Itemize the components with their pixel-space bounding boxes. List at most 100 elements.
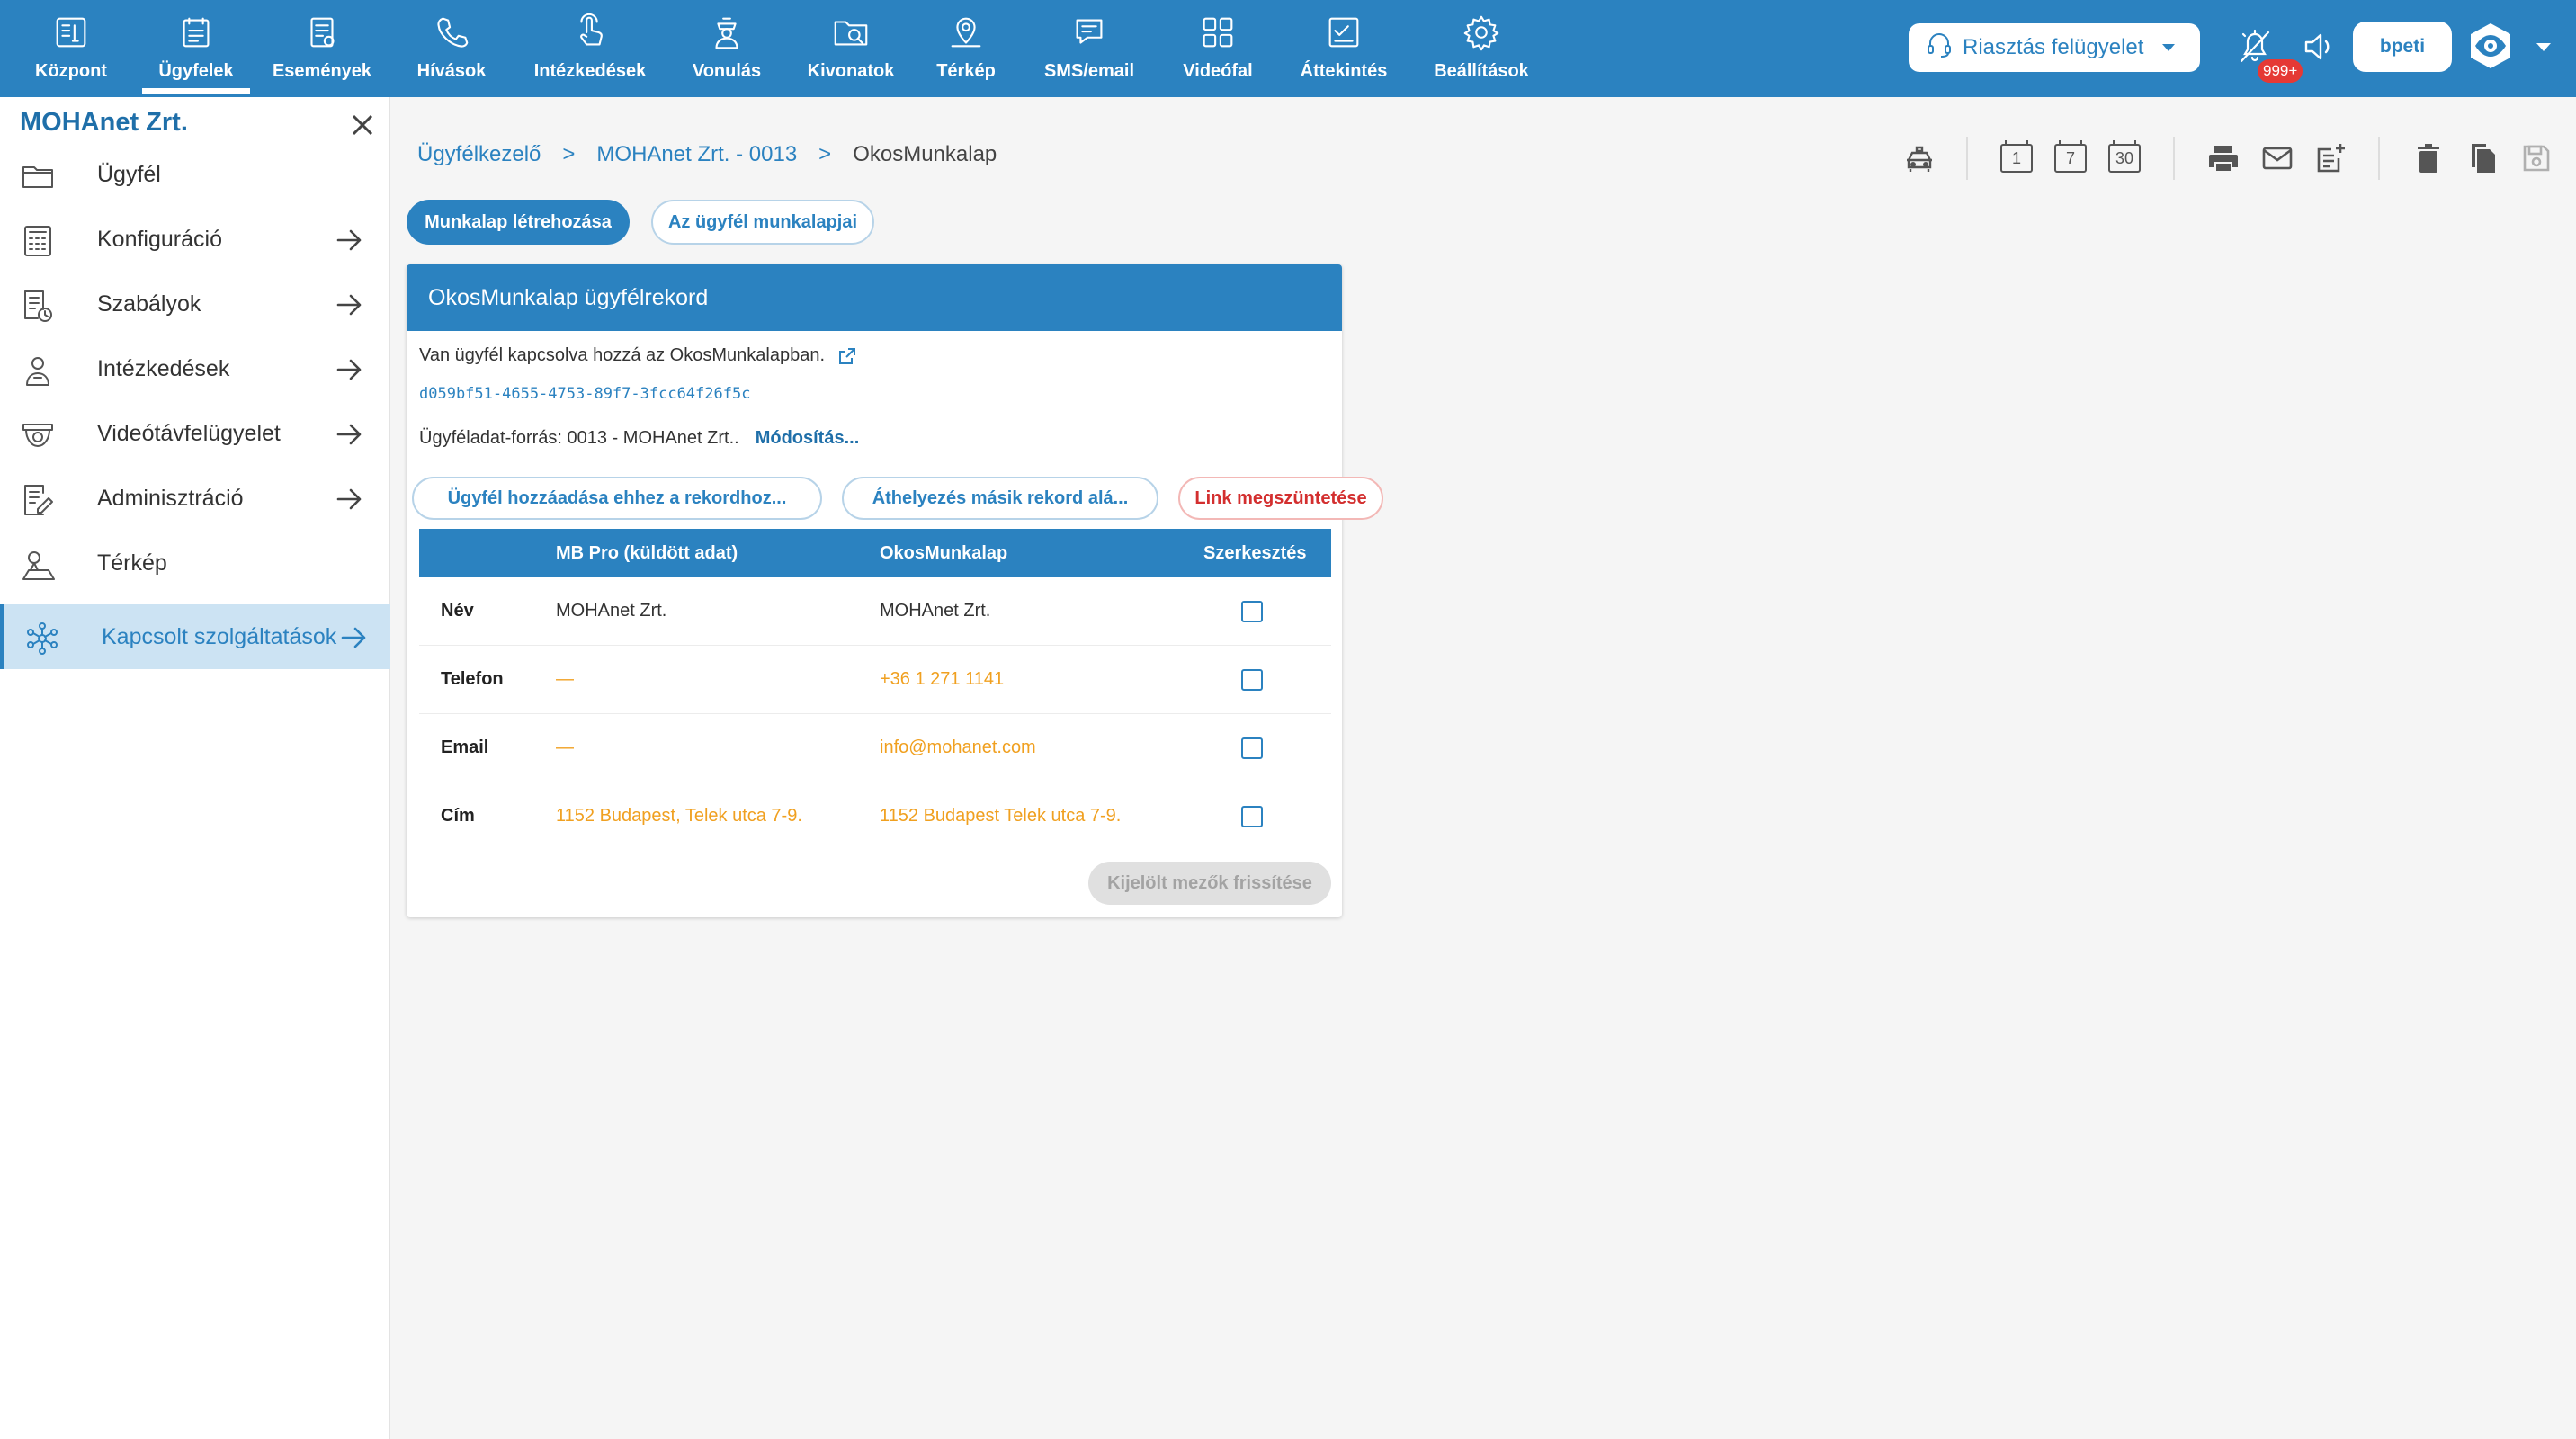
alarm-mode-label: Riasztás felügyelet (1963, 35, 2144, 59)
vehicle-button[interactable] (1901, 140, 1937, 176)
sidebar-item-intezkedesek[interactable]: Intézkedések (0, 336, 390, 401)
add-note-button[interactable] (2313, 140, 2349, 176)
nav-terkep[interactable]: Térkép (932, 0, 1000, 94)
map-icon (20, 547, 56, 583)
sidebar: MOHAnet Zrt. Ügyfél Konfiguráció Szabály… (0, 97, 390, 1439)
calculator-icon (20, 223, 56, 259)
table-row-email: Email — info@mohanet.com (419, 714, 1331, 782)
folder-search-icon (827, 9, 874, 56)
breadcrumb-current: OkosMunkalap (853, 142, 997, 166)
nav-kivonatok[interactable]: Kivonatok (801, 0, 901, 94)
breadcrumb: Ügyfélkezelő > MOHAnet Zrt. - 0013 > Oko… (417, 142, 997, 167)
edit-checkbox[interactable] (1241, 737, 1263, 759)
nav-label: SMS/email (1043, 61, 1135, 81)
eye-shield-icon (2471, 23, 2510, 68)
breadcrumb-root[interactable]: Ügyfélkezelő (417, 142, 541, 167)
add-customer-to-record-button[interactable]: Ügyfél hozzáadása ehhez a rekordhoz... (412, 477, 822, 520)
nav-beallitasok[interactable]: Beállítások (1430, 0, 1533, 94)
nav-videofal[interactable]: Videófal (1176, 0, 1259, 94)
arrow-right-icon (335, 356, 365, 383)
day-7-button[interactable]: 7 (2054, 140, 2087, 173)
sidebar-item-szabalyok[interactable]: Szabályok (0, 272, 390, 336)
save-button[interactable] (2518, 140, 2554, 176)
gear-icon (1458, 9, 1505, 56)
nav-esemenyek[interactable]: Események (268, 0, 376, 94)
chat-icon (1066, 9, 1113, 56)
edit-checkbox[interactable] (1241, 601, 1263, 622)
delete-button[interactable] (2411, 140, 2446, 176)
breadcrumb-separator: > (818, 142, 832, 166)
trash-icon (2418, 144, 2439, 173)
sidebar-item-label: Ügyfél (97, 161, 161, 187)
nav-label: Ügyfelek (158, 61, 234, 81)
sidebar-item-ugyfel[interactable]: Ügyfél (0, 142, 390, 207)
toolbar-divider (2173, 137, 2175, 180)
breadcrumb-customer[interactable]: MOHAnet Zrt. - 0013 (596, 142, 797, 167)
day-1-button[interactable]: 1 (2000, 140, 2033, 173)
modify-source-link[interactable]: Módosítás... (756, 428, 860, 449)
sound-toggle-button[interactable] (2299, 27, 2339, 67)
user-button[interactable]: bpeti (2353, 22, 2452, 72)
nav-label: Hívások (416, 61, 487, 81)
customer-worksheets-button[interactable]: Az ügyfél munkalapjai (651, 200, 874, 245)
toolbar-divider (2378, 137, 2380, 180)
folder-icon (20, 158, 56, 194)
card-title: OkosMunkalap ügyfélrekord (407, 264, 1342, 331)
mbpro-value: — (556, 669, 574, 689)
okos-value: MOHAnet Zrt. (880, 601, 991, 621)
sidebar-item-konfiguracio[interactable]: Konfiguráció (0, 207, 390, 272)
email-button[interactable] (2259, 140, 2295, 176)
arrow-right-icon (335, 421, 365, 448)
nav-vonulas[interactable]: Vonulás (685, 0, 768, 94)
update-selected-fields-button[interactable]: Kijelölt mezők frissítése (1088, 862, 1331, 905)
sidebar-item-videotavfelugyelet[interactable]: Videótávfelügyelet (0, 401, 390, 466)
unlink-button[interactable]: Link megszüntetése (1178, 477, 1383, 520)
app-logo-menu[interactable] (2464, 20, 2517, 72)
print-icon (2209, 146, 2238, 171)
nav-hivasok[interactable]: Hívások (410, 0, 493, 94)
create-worksheet-button[interactable]: Munkalap létrehozása (407, 200, 630, 245)
dashboard-icon (48, 9, 94, 56)
chevron-down-icon[interactable] (2536, 43, 2551, 51)
nav-sms-email[interactable]: SMS/email (1038, 0, 1140, 94)
copy-button[interactable] (2464, 140, 2500, 176)
link-status-text: Van ügyfél kapcsolva hozzá az OkosMunkal… (419, 345, 826, 365)
nav-label: Áttekintés (1300, 61, 1388, 81)
sidebar-item-kapcsolt-szolgaltatasok[interactable]: Kapcsolt szolgáltatások (0, 604, 390, 669)
table-row-phone: Telefon — +36 1 271 1141 (419, 646, 1331, 714)
sidebar-item-label: Konfiguráció (97, 226, 222, 252)
sidebar-item-terkep[interactable]: Térkép (0, 531, 390, 595)
row-label: Cím (441, 806, 475, 826)
okosmunkalap-record-card: OkosMunkalap ügyfélrekord Van ügyfél kap… (407, 264, 1383, 917)
top-navigation-bar: Központ Ügyfelek Események Hívások Intéz… (0, 0, 2576, 97)
day-30-button[interactable]: 30 (2108, 140, 2141, 173)
sidebar-item-label: Kapcsolt szolgáltatások (102, 623, 337, 649)
nav-attekintes[interactable]: Áttekintés (1295, 0, 1392, 94)
table-row-name: Név MOHAnet Zrt. MOHAnet Zrt. (419, 577, 1331, 646)
nav-kozpont[interactable]: Központ (27, 0, 115, 94)
nav-label: Intézkedések (533, 61, 647, 81)
alarm-mode-select[interactable]: Riasztás felügyelet (1909, 23, 2200, 72)
table-header: MB Pro (küldött adat) OkosMunkalap Szerk… (419, 529, 1331, 577)
open-external-icon[interactable] (837, 346, 857, 366)
sidebar-item-label: Adminisztráció (97, 485, 244, 511)
edit-checkbox[interactable] (1241, 806, 1263, 827)
sidebar-title: MOHAnet Zrt. (20, 108, 188, 137)
edit-checkbox[interactable] (1241, 669, 1263, 691)
breadcrumb-separator: > (562, 142, 576, 166)
nav-ugyfelek[interactable]: Ügyfelek (142, 0, 250, 94)
move-under-other-record-button[interactable]: Áthelyezés másik rekord alá... (842, 477, 1158, 520)
okos-value: +36 1 271 1141 (880, 669, 1005, 689)
chevron-down-icon (2162, 44, 2175, 51)
close-sidebar-button[interactable] (349, 112, 376, 139)
row-label: Név (441, 601, 474, 621)
print-button[interactable] (2205, 140, 2241, 176)
nav-intezkedesek[interactable]: Intézkedések (525, 0, 655, 94)
person-icon (20, 353, 56, 389)
sidebar-item-adminisztracio[interactable]: Adminisztráció (0, 466, 390, 531)
camera-icon (20, 417, 56, 453)
column-header-mbpro: MB Pro (küldött adat) (556, 543, 738, 563)
nav-label: Térkép (936, 61, 996, 81)
mail-icon (2262, 147, 2293, 170)
okos-value: info@mohanet.com (880, 737, 1036, 757)
